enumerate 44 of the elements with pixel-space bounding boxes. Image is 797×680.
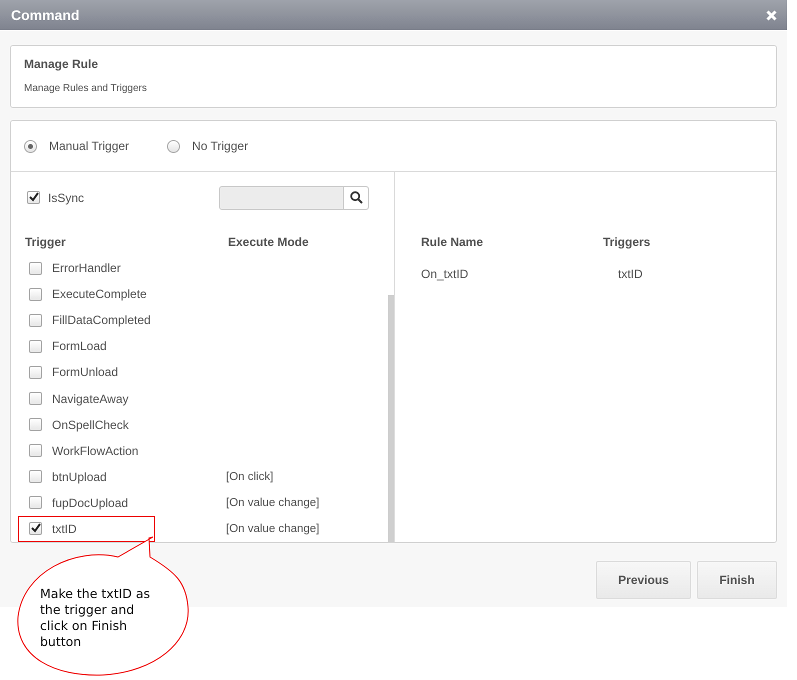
search-icon xyxy=(350,191,362,204)
trigger-name: btnUpload xyxy=(52,470,107,484)
trigger-checkbox[interactable] xyxy=(29,418,42,432)
trigger-name: FillDataCompleted xyxy=(52,313,151,328)
checkbox-label: IsSync xyxy=(48,190,84,204)
section-subtitle: Manage Rules and Triggers xyxy=(24,83,148,94)
trigger-name: NavigateAway xyxy=(52,392,128,406)
close-icon[interactable] xyxy=(766,10,777,20)
column-header: Trigger xyxy=(25,235,67,249)
execute-mode: [On value change] xyxy=(226,496,320,509)
rule-trigger: txtID xyxy=(618,267,643,281)
search-field[interactable] xyxy=(219,186,369,210)
window-title: Command xyxy=(11,7,80,23)
trigger-checkbox[interactable] xyxy=(29,496,42,510)
trigger-checkbox[interactable] xyxy=(29,392,42,406)
execute-mode: [On click] xyxy=(226,470,274,483)
trigger-checkbox[interactable] xyxy=(29,522,42,536)
trigger-checkbox[interactable] xyxy=(29,262,42,275)
issync-checkbox[interactable] xyxy=(27,191,40,204)
trigger-checkbox[interactable] xyxy=(29,470,42,484)
callout-text: Make the txtID as the trigger and click on Finish button xyxy=(40,586,152,650)
trigger-checkbox[interactable] xyxy=(29,288,42,301)
trigger-checkbox[interactable] xyxy=(29,366,42,379)
trigger-checkbox[interactable] xyxy=(29,444,42,458)
rule-name: On_txtID xyxy=(421,267,470,281)
finish-button[interactable]: Finish xyxy=(697,561,777,599)
column-header: Rule Name xyxy=(421,235,484,249)
trigger-name: FormUnload xyxy=(52,365,118,380)
trigger-name: ErrorHandler xyxy=(52,261,121,276)
trigger-name: fupDocUpload xyxy=(52,496,128,510)
trigger-mode-radio[interactable]: Manual Trigger xyxy=(24,139,130,153)
trigger-name: ExecuteComplete xyxy=(52,287,147,302)
trigger-checkbox[interactable] xyxy=(29,340,42,353)
trigger-name: OnSpellCheck xyxy=(52,418,129,432)
trigger-name: WorkFlowAction xyxy=(52,444,138,458)
trigger-checkbox[interactable] xyxy=(29,314,42,327)
column-header: Triggers xyxy=(603,235,650,249)
section-title: Manage Rule xyxy=(24,57,100,71)
trigger-mode-radio[interactable]: No Trigger xyxy=(167,139,248,153)
trigger-name: FormLoad xyxy=(52,339,107,354)
previous-button[interactable]: Previous xyxy=(596,561,691,599)
trigger-name: txtID xyxy=(52,522,77,536)
column-header: Execute Mode xyxy=(228,235,309,249)
execute-mode: [On value change] xyxy=(226,522,320,535)
